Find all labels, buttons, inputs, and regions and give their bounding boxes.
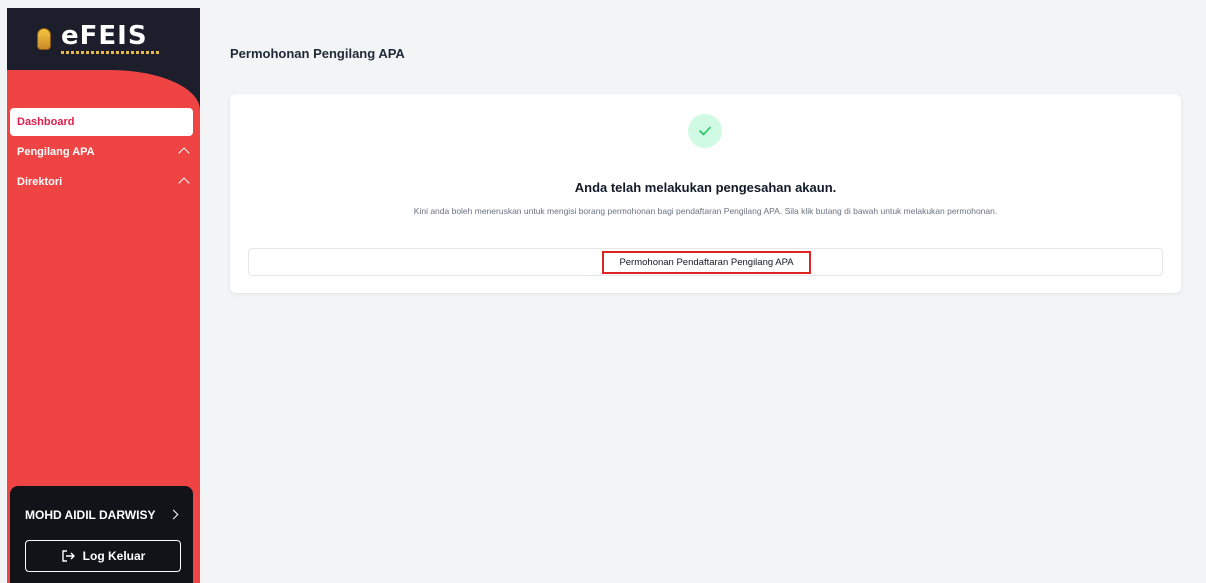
logout-icon (61, 550, 75, 562)
sidebar: eFEIS Dashboard Pengilang APA Direktori … (7, 8, 200, 583)
user-name[interactable]: MOHD AIDIL DARWISY (25, 508, 155, 522)
card-heading: Anda telah melakukan pengesahan akaun. (574, 180, 837, 195)
logout-button[interactable]: Log Keluar (25, 540, 181, 572)
sidebar-nav: Dashboard Pengilang APA Direktori (7, 108, 200, 198)
chevron-right-icon[interactable] (168, 509, 179, 520)
app-frame: eFEIS Dashboard Pengilang APA Direktori … (0, 0, 1206, 583)
logo-text: eFEIS (61, 21, 148, 51)
crest-icon (37, 28, 51, 50)
sidebar-item-label: Direktori (17, 176, 63, 188)
apply-row: Permohonan Pendaftaran Pengilang APA (248, 248, 1163, 276)
card-description: Kini anda boleh meneruskan untuk mengisi… (413, 206, 998, 216)
sidebar-item-label: Dashboard (17, 116, 75, 128)
chevron-up-icon (178, 177, 190, 189)
apply-registration-button[interactable]: Permohonan Pendaftaran Pengilang APA (602, 251, 811, 274)
sidebar-item-direktori[interactable]: Direktori (7, 168, 200, 196)
main-content: Permohonan Pengilang APA Anda telah mela… (200, 8, 1206, 583)
sidebar-curve (7, 70, 200, 130)
sidebar-item-label: Pengilang APA (17, 146, 95, 158)
logo-tagline (61, 51, 161, 54)
page-title: Permohonan Pengilang APA (230, 46, 405, 61)
verification-card: Anda telah melakukan pengesahan akaun. K… (230, 94, 1181, 293)
app-logo[interactable]: eFEIS (37, 21, 161, 54)
sidebar-item-pengilang-apa[interactable]: Pengilang APA (7, 138, 200, 166)
success-badge (688, 114, 722, 148)
chevron-up-icon (178, 147, 190, 159)
logout-label: Log Keluar (82, 549, 146, 563)
check-icon (699, 126, 711, 136)
user-panel: MOHD AIDIL DARWISY Log Keluar (10, 486, 193, 583)
sidebar-item-dashboard[interactable]: Dashboard (10, 108, 193, 136)
